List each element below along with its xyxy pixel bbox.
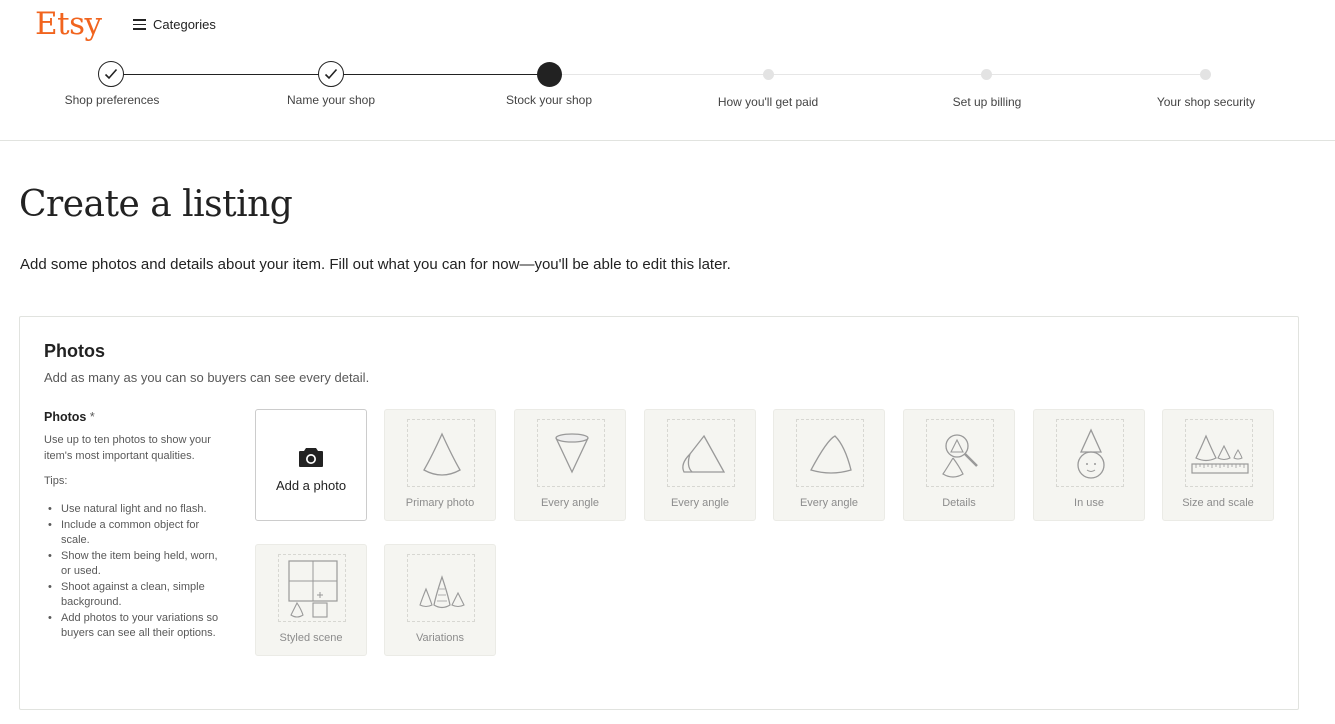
cone-side-icon xyxy=(667,419,735,487)
magnifier-icon xyxy=(926,419,994,487)
person-cone-icon xyxy=(1056,419,1124,487)
step-1-check-icon xyxy=(98,61,124,87)
photo-slot-label: Every angle xyxy=(540,497,600,509)
step-5-dot xyxy=(981,69,992,80)
photo-slot-details[interactable]: Details xyxy=(903,409,1015,521)
page-title: Create a listing xyxy=(19,184,293,225)
photo-slot-every-angle[interactable]: Every angle xyxy=(514,409,626,521)
photos-section-title: Photos xyxy=(44,341,105,361)
photos-field-label: Photos * xyxy=(44,410,229,424)
step-6-dot xyxy=(1200,69,1211,80)
photo-slot-primary[interactable]: Primary photo xyxy=(384,409,496,521)
step-4-dot xyxy=(763,69,774,80)
photo-slot-label: Every angle xyxy=(670,497,730,509)
step-label-how-youll-get-paid: How you'll get paid xyxy=(717,95,819,109)
photo-slot-every-angle[interactable]: Every angle xyxy=(773,409,885,521)
photo-slot-variations[interactable]: Variations xyxy=(384,544,496,656)
photo-slot-label: Every angle xyxy=(799,497,859,509)
photo-slot-label: In use xyxy=(1074,497,1104,509)
step-connector xyxy=(549,74,1206,75)
etsy-logo[interactable]: Etsy xyxy=(35,6,102,42)
photo-slot-every-angle[interactable]: Every angle xyxy=(644,409,756,521)
photo-slot-size-and-scale[interactable]: Size and scale xyxy=(1162,409,1274,521)
photo-slot-in-use[interactable]: In use xyxy=(1033,409,1145,521)
cone-rotated-icon xyxy=(796,419,864,487)
photo-slot-label: Variations xyxy=(415,632,465,644)
photo-slot-label: Styled scene xyxy=(279,632,343,644)
step-connector xyxy=(331,74,549,75)
step-3-current-dot xyxy=(537,62,562,87)
categories-button[interactable]: Categories xyxy=(133,17,216,32)
cone-top-icon xyxy=(537,419,605,487)
step-label-shop-preferences: Shop preferences xyxy=(64,93,160,107)
cone-icon xyxy=(407,419,475,487)
ruler-icon xyxy=(1185,419,1253,487)
step-label-stock-your-shop: Stock your shop xyxy=(505,93,593,107)
tip-item: Shoot against a clean, simple background… xyxy=(44,580,229,611)
header: Etsy Categories Shop preferences Name yo… xyxy=(0,0,1335,141)
photos-field-label-text: Photos xyxy=(44,410,87,424)
hamburger-icon xyxy=(133,19,146,30)
step-connector xyxy=(111,74,331,75)
step-label-name-your-shop: Name your shop xyxy=(286,93,376,107)
variations-icon xyxy=(407,554,475,622)
tip-item: Include a common object for scale. xyxy=(44,518,229,549)
tips-label: Tips: xyxy=(44,475,68,487)
required-mark: * xyxy=(89,410,95,424)
page-subtitle: Add some photos and details about your i… xyxy=(20,256,731,273)
add-photo-button[interactable]: Add a photo xyxy=(255,409,367,521)
step-label-set-up-billing: Set up billing xyxy=(952,95,1022,109)
tip-item: Use natural light and no flash. xyxy=(44,502,229,518)
camera-icon xyxy=(299,447,323,467)
tip-item: Add photos to your variations so buyers … xyxy=(44,611,229,642)
photo-slot-label: Primary photo xyxy=(405,497,475,509)
photo-slot-styled-scene[interactable]: Styled scene xyxy=(255,544,367,656)
step-2-check-icon xyxy=(318,61,344,87)
photos-help-text: Use up to ten photos to show your item's… xyxy=(44,434,211,462)
add-photo-label: Add a photo xyxy=(275,477,347,493)
tips-list: Use natural light and no flash. Include … xyxy=(44,502,229,642)
photo-slot-label: Size and scale xyxy=(1182,497,1254,509)
photos-panel: Photos Add as many as you can so buyers … xyxy=(19,316,1299,710)
tip-item: Show the item being held, worn, or used. xyxy=(44,549,229,580)
photos-section-description: Add as many as you can so buyers can see… xyxy=(44,370,370,385)
categories-label: Categories xyxy=(153,17,216,32)
photo-slot-label: Details xyxy=(942,497,976,509)
photos-help-column: Photos * Use up to ten photos to show yo… xyxy=(44,410,229,642)
step-label-your-shop-security: Your shop security xyxy=(1156,95,1256,109)
window-scene-icon xyxy=(278,554,346,622)
